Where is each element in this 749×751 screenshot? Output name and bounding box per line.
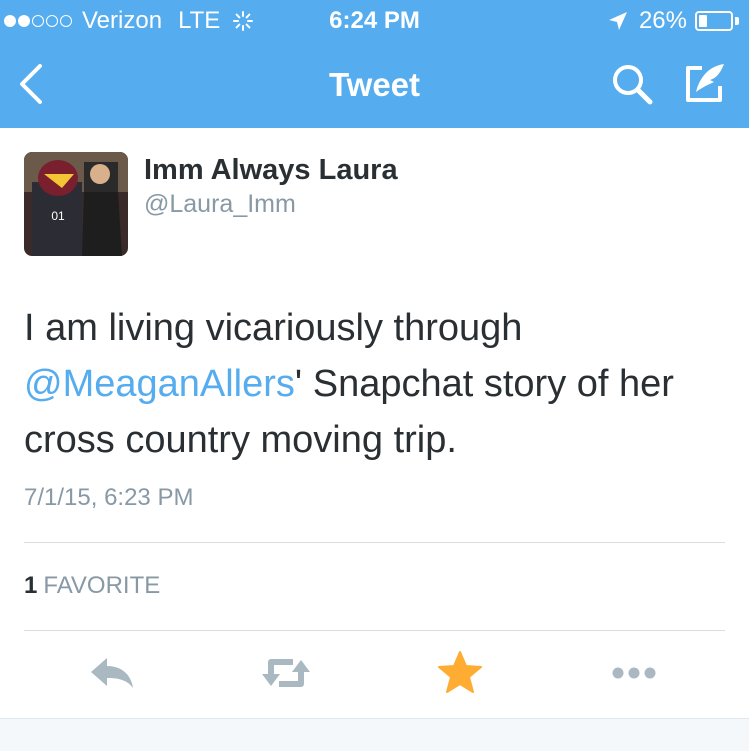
reply-icon[interactable] — [87, 648, 137, 698]
status-right: 26% — [607, 7, 739, 35]
more-icon[interactable] — [609, 648, 659, 698]
favorite-star-icon[interactable] — [435, 648, 485, 698]
author-handle[interactable]: @Laura_Imm — [144, 190, 296, 219]
divider — [24, 630, 725, 631]
status-bar: Verizon LTE 6:24 PM 26% — [0, 0, 749, 40]
retweet-icon[interactable] — [261, 648, 311, 698]
battery-percent: 26% — [638, 7, 687, 34]
tweet-detail: 01 Imm Always Laura @Laura_Imm I am livi… — [0, 128, 749, 718]
search-icon[interactable] — [608, 60, 656, 108]
tweet-timestamp: 7/1/15, 6:23 PM — [24, 484, 194, 511]
favorites-count[interactable]: 1 FAVORITE — [24, 572, 160, 600]
svg-text:01: 01 — [51, 209, 65, 223]
divider — [24, 542, 725, 543]
favorite-count: 1 — [24, 572, 38, 599]
battery-fill — [699, 15, 707, 27]
navigation-bar: Tweet — [0, 40, 749, 128]
bottom-area — [0, 718, 749, 751]
location-arrow-icon — [608, 12, 627, 30]
favorite-label: FAVORITE — [43, 572, 161, 599]
mention-link[interactable]: @MeaganAllers — [24, 363, 295, 405]
tweet-text: I am living vicariously through @MeaganA… — [24, 300, 729, 468]
battery-icon — [695, 11, 733, 31]
author-name[interactable]: Imm Always Laura — [144, 154, 398, 187]
compose-icon[interactable] — [680, 60, 728, 108]
header: Verizon LTE 6:24 PM 26% Tweet — [0, 0, 749, 128]
tweet-text-part: I am living vicariously through — [24, 307, 523, 349]
avatar[interactable]: 01 — [24, 152, 128, 256]
battery-cap — [735, 17, 739, 25]
